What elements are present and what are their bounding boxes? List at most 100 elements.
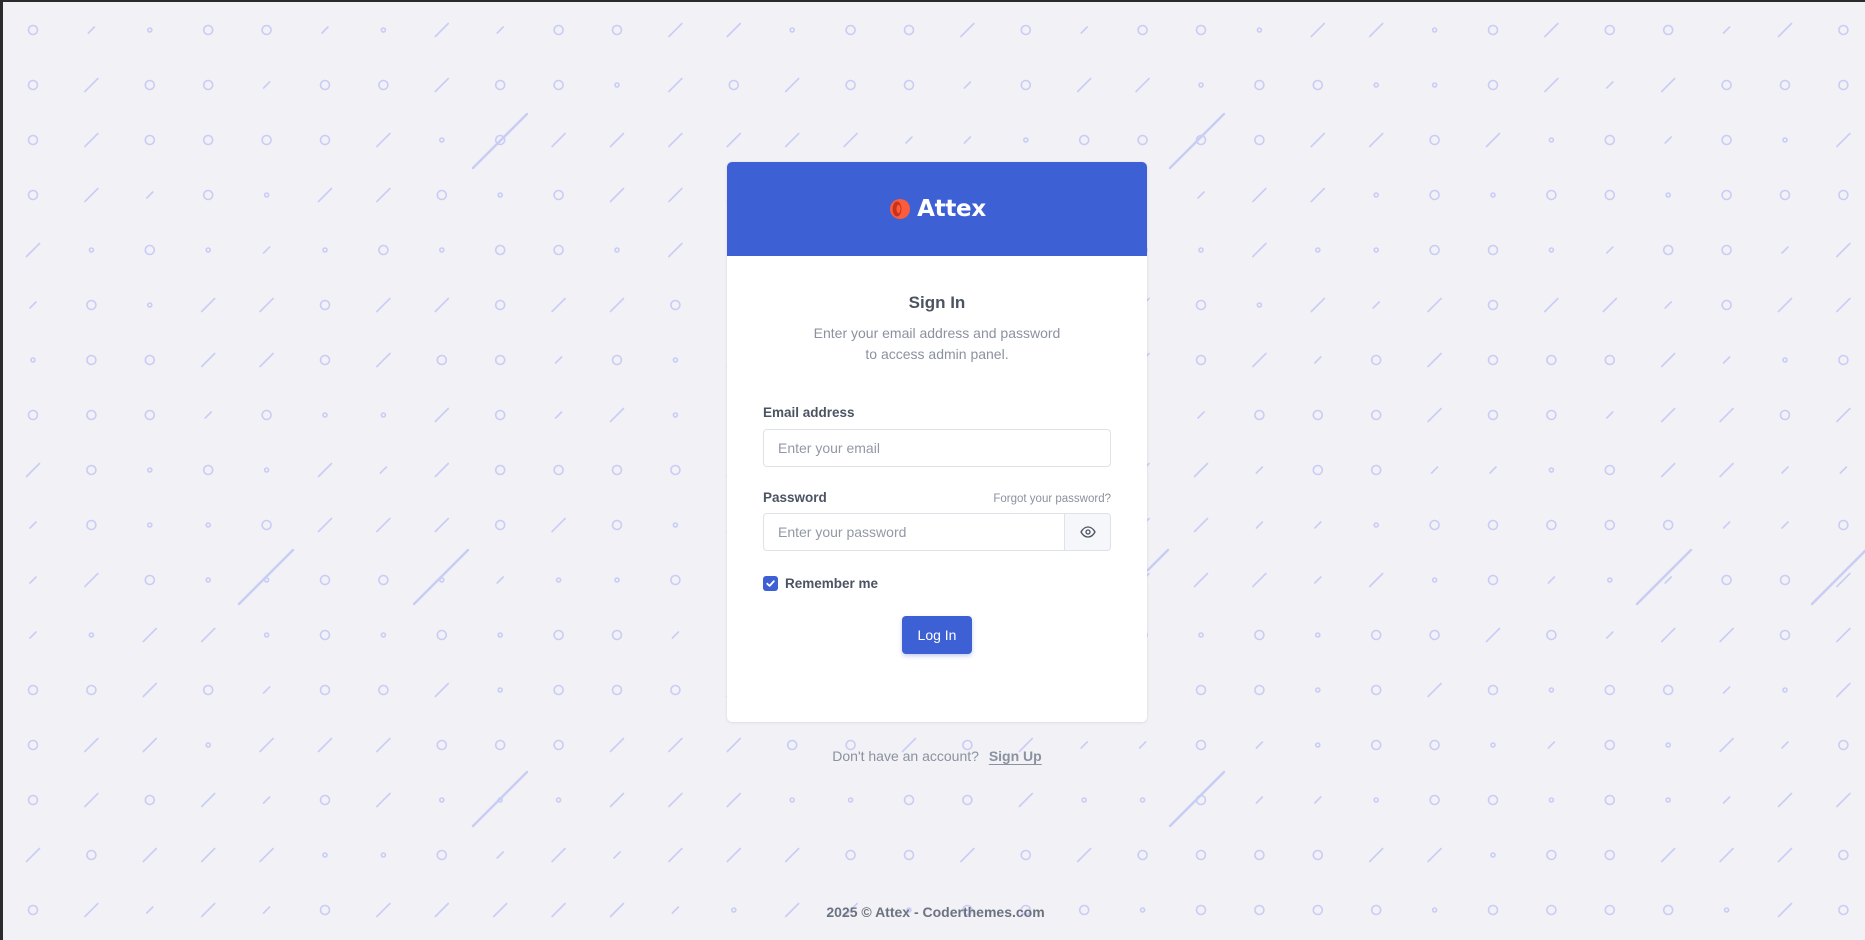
pattern-mark: [1256, 302, 1263, 308]
pattern-mark: [1312, 79, 1324, 91]
pattern-mark: [1254, 629, 1265, 641]
pattern-mark: [494, 519, 506, 531]
pattern-mark: [378, 79, 389, 91]
pattern-mark: [1198, 247, 1204, 253]
pattern-mark: [553, 629, 564, 641]
pattern-mark: [1779, 189, 1791, 201]
pattern-mark: [1429, 134, 1440, 146]
show-password-button[interactable]: [1065, 513, 1111, 551]
pattern-mark: [1254, 409, 1265, 421]
pattern-mark: [434, 462, 450, 478]
pattern-mark: [29, 301, 37, 309]
pattern-mark: [1544, 22, 1559, 38]
pattern-mark: [317, 187, 333, 203]
pattern-mark: [1373, 192, 1379, 198]
pattern-mark: [1546, 629, 1557, 641]
signup-link[interactable]: Sign Up: [989, 748, 1042, 764]
pattern-mark: [611, 464, 623, 476]
pattern-mark: [436, 629, 448, 641]
pattern-mark: [147, 27, 153, 33]
pattern-mark: [1254, 134, 1265, 146]
pattern-mark: [494, 244, 506, 256]
password-label-row: Password Forgot your password?: [763, 490, 1111, 505]
pattern-long-line: [471, 112, 529, 170]
pattern-mark: [1606, 81, 1614, 89]
pattern-mark: [205, 742, 211, 748]
pattern-mark: [200, 297, 216, 313]
pattern-mark: [668, 242, 683, 258]
pattern-mark: [726, 847, 742, 863]
pattern-mark: [1660, 77, 1676, 93]
pattern-mark: [319, 354, 331, 366]
pattern-mark: [1604, 24, 1616, 36]
pattern-mark: [1255, 741, 1264, 749]
pattern-mark: [436, 189, 448, 201]
pattern-mark: [1721, 134, 1732, 146]
pattern-mark: [1839, 466, 1848, 474]
pattern-mark: [86, 464, 97, 476]
pattern-mark: [668, 847, 683, 863]
pattern-mark: [555, 577, 562, 583]
pattern-mark: [376, 352, 391, 368]
pattern-mark: [847, 797, 854, 803]
remember-me-label[interactable]: Remember me: [785, 576, 878, 591]
pattern-mark: [1722, 26, 1731, 34]
pattern-mark: [1777, 847, 1793, 863]
pattern-mark: [903, 24, 915, 36]
pattern-mark: [613, 851, 621, 859]
pattern-mark: [494, 299, 506, 311]
pattern-mark: [1604, 354, 1616, 366]
pattern-mark: [1429, 189, 1440, 201]
pattern-mark: [784, 132, 800, 148]
pattern-mark: [1721, 79, 1732, 91]
pattern-long-line: [237, 548, 295, 606]
pattern-mark: [317, 517, 333, 533]
email-field[interactable]: [763, 429, 1111, 467]
pattern-mark: [1664, 576, 1672, 584]
login-button[interactable]: Log In: [902, 616, 972, 654]
pattern-mark: [259, 737, 274, 753]
pattern-mark: [200, 792, 216, 808]
pattern-mark: [1254, 849, 1265, 861]
remember-me-checkbox[interactable]: [763, 576, 778, 591]
pattern-mark: [322, 247, 328, 253]
pattern-mark: [322, 852, 328, 858]
pattern-mark: [1604, 189, 1616, 201]
pattern-mark: [436, 739, 448, 751]
pattern-mark: [27, 79, 39, 91]
pattern-mark: [960, 847, 975, 863]
pattern-mark: [146, 191, 154, 199]
pattern-mark: [205, 577, 211, 583]
pattern-mark: [1373, 82, 1379, 88]
brand[interactable]: Attex: [888, 196, 986, 222]
pattern-mark: [1719, 847, 1734, 863]
forgot-password-link[interactable]: Forgot your password?: [993, 493, 1111, 505]
pattern-mark: [609, 792, 625, 808]
pattern-mark: [1254, 79, 1265, 91]
pattern-mark: [494, 739, 506, 751]
pattern-mark: [376, 792, 391, 808]
signup-row: Don't have an account? Sign Up: [727, 748, 1147, 764]
pattern-mark: [1665, 797, 1671, 803]
pattern-mark: [1195, 24, 1207, 36]
pattern-mark: [1779, 574, 1791, 586]
pattern-mark: [27, 739, 39, 751]
pattern-mark: [1781, 466, 1789, 474]
pattern-mark: [205, 247, 211, 253]
password-field[interactable]: [763, 513, 1065, 551]
pattern-mark: [611, 684, 623, 696]
pattern-mark: [1020, 24, 1032, 36]
pattern-mark: [1370, 739, 1382, 751]
pattern-mark: [87, 26, 96, 34]
pattern-mark: [200, 847, 216, 863]
pattern-mark: [1020, 849, 1032, 861]
pattern-mark: [1604, 739, 1616, 751]
pattern-mark: [496, 26, 505, 34]
pattern-mark: [1836, 242, 1851, 258]
pattern-mark: [1836, 792, 1851, 808]
pattern-mark: [434, 22, 450, 38]
pattern-mark: [670, 464, 681, 476]
pattern-mark: [438, 797, 445, 803]
pattern-mark: [1137, 134, 1148, 146]
pattern-long-line: [1168, 770, 1226, 828]
